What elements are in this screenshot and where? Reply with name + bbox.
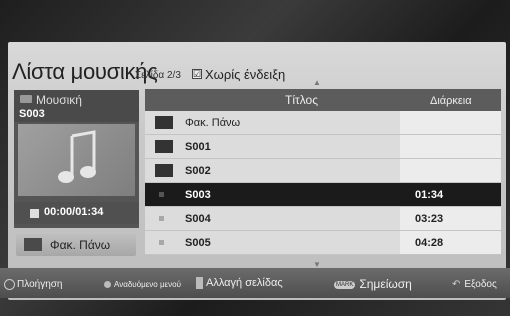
album-thumbnail xyxy=(18,124,135,196)
column-header-duration: Διάρκεια xyxy=(430,95,472,107)
row-duration: 03:23 xyxy=(415,213,444,225)
page-change-icon xyxy=(196,277,203,290)
page-indicator: Σελίδα 2/3 xyxy=(135,70,181,81)
file-icon xyxy=(159,240,164,245)
table-row[interactable]: S005 04:28 xyxy=(145,231,501,255)
column-header-title: Τίτλος xyxy=(285,93,319,107)
music-note-icon xyxy=(58,130,96,183)
row-duration: 04:28 xyxy=(415,237,444,249)
row-name: S005 xyxy=(185,237,211,249)
row-name: S003 xyxy=(185,189,211,201)
music-table: Τίτλος Διάρκεια Φακ. Πάνω S001 S002 S003… xyxy=(145,89,501,261)
folder-up-icon xyxy=(155,116,173,129)
navigation-icon xyxy=(4,279,15,290)
file-icon xyxy=(159,216,164,221)
category-label: Μουσική xyxy=(36,93,82,107)
help-exit[interactable]: ↶ Εξοδος xyxy=(452,279,497,290)
current-file-label: S003 xyxy=(19,108,45,120)
folder-icon xyxy=(155,140,173,153)
table-row[interactable]: S004 03:23 xyxy=(145,207,501,231)
help-navigation-label: Πλοήγηση xyxy=(17,279,63,291)
duration-cell xyxy=(400,111,501,134)
duration-cell xyxy=(400,159,501,182)
table-row[interactable]: Φακ. Πάνω xyxy=(145,111,501,135)
table-row[interactable]: S002 xyxy=(145,159,501,183)
folder-icon xyxy=(155,164,173,177)
folder-up-label: Φακ. Πάνω xyxy=(50,238,111,252)
row-duration: 01:34 xyxy=(415,189,444,201)
no-preview-checkbox[interactable]: ☑ xyxy=(192,69,202,79)
music-category-icon xyxy=(20,95,32,103)
playback-bar: 00:00/01:34 xyxy=(14,202,139,224)
folder-icon xyxy=(24,238,42,251)
footer-help-bar: Πλοήγηση Αναδυόμενο μενού Αλλαγή σελίδας… xyxy=(0,268,510,298)
row-name: Φακ. Πάνω xyxy=(185,117,241,129)
row-name: S004 xyxy=(185,213,211,225)
help-mark[interactable]: MARK Σημείωση xyxy=(334,277,412,291)
help-popup-menu-label: Αναδυόμενο μενού xyxy=(114,280,181,289)
preview-pane: Μουσική S003 00:00/01:34 xyxy=(14,90,139,228)
help-exit-label: Εξοδος xyxy=(464,279,497,291)
table-header: Τίτλος Διάρκεια xyxy=(145,89,501,111)
duration-cell xyxy=(400,135,501,158)
scroll-up-arrow-icon[interactable]: ▲ xyxy=(313,78,321,87)
exit-icon: ↶ xyxy=(452,279,461,290)
preview-header: Μουσική S003 xyxy=(14,90,139,122)
table-row[interactable]: S001 xyxy=(145,135,501,159)
folder-up-button[interactable]: Φακ. Πάνω xyxy=(16,234,136,256)
row-name: S001 xyxy=(185,141,211,153)
row-name: S002 xyxy=(185,165,211,177)
popup-menu-icon xyxy=(104,281,111,289)
tv-screen: Λίστα μουσικής Σελίδα 2/3 ☑ Χωρίς ένδειξ… xyxy=(0,0,510,316)
mark-key-icon: MARK xyxy=(334,280,356,289)
stop-icon[interactable] xyxy=(30,209,39,218)
help-mark-label: Σημείωση xyxy=(359,277,412,291)
playback-time: 00:00/01:34 xyxy=(44,206,104,218)
help-navigation[interactable]: Πλοήγηση xyxy=(4,279,63,290)
help-popup-menu[interactable]: Αναδυόμενο μενού xyxy=(104,280,181,289)
table-row-selected[interactable]: S003 01:34 xyxy=(145,183,501,207)
help-page-change-label: Αλλαγή σελίδας xyxy=(206,277,283,289)
help-page-change[interactable]: Αλλαγή σελίδας xyxy=(196,277,283,290)
no-preview-label: Χωρίς ένδειξη xyxy=(205,67,286,82)
file-icon xyxy=(159,192,164,197)
